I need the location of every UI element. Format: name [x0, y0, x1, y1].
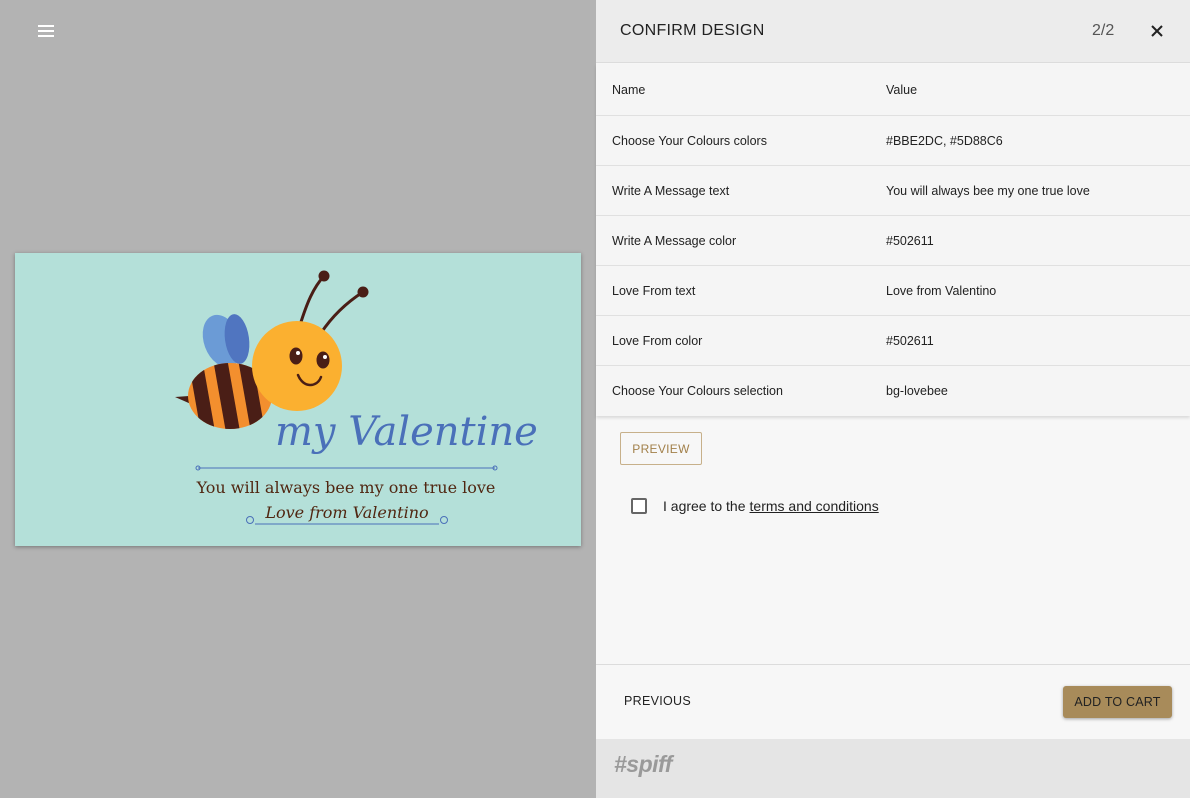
hamburger-menu-icon[interactable]: [34, 20, 58, 42]
row-name: Write A Message text: [612, 183, 730, 198]
row-value: #502611: [886, 333, 934, 348]
column-header-name: Name: [612, 82, 646, 97]
terms-link[interactable]: terms and conditions: [750, 498, 879, 514]
row-name: Choose Your Colours colors: [612, 133, 767, 148]
row-value: bg-lovebee: [886, 384, 948, 398]
valentine-card-preview: my Valentine You will always bee my one …: [15, 253, 581, 546]
panel-title: CONFIRM DESIGN: [620, 22, 765, 39]
card-message: You will always bee my one true love: [196, 478, 496, 497]
terms-agreement: I agree to the terms and conditions: [631, 498, 879, 514]
bee-illustration: my Valentine You will always bee my one …: [175, 270, 538, 525]
preview-area: my Valentine You will always bee my one …: [0, 0, 596, 798]
checkbox-unchecked-icon[interactable]: [631, 498, 647, 514]
row-name: Love From text: [612, 283, 696, 298]
table-row: Love From text Love from Valentino: [596, 266, 1190, 316]
row-name: Write A Message color: [612, 233, 737, 248]
row-value: You will always bee my one true love: [886, 183, 1090, 198]
table-row: Write A Message color #502611: [596, 216, 1190, 266]
table-row: Choose Your Colours selection bg-lovebee: [596, 366, 1190, 416]
spiff-logo: #spiff: [614, 751, 672, 777]
add-to-cart-button[interactable]: ADD TO CART: [1063, 686, 1172, 718]
card-love-from: Love from Valentino: [264, 503, 428, 522]
design-summary-table: Name Value Choose Your Colours colors #B…: [596, 64, 1190, 416]
table-header-row: Name Value: [596, 64, 1190, 116]
panel-footer: PREVIOUS ADD TO CART: [596, 664, 1190, 739]
row-name: Choose Your Colours selection: [612, 384, 783, 398]
previous-button[interactable]: PREVIOUS: [624, 694, 691, 708]
panel-header: CONFIRM DESIGN 2/2: [596, 0, 1190, 63]
preview-button[interactable]: PREVIEW: [620, 432, 702, 465]
agree-label: I agree to the: [663, 498, 746, 514]
row-name: Love From color: [612, 333, 703, 348]
column-header-value: Value: [886, 82, 918, 97]
card-heading: my Valentine: [275, 409, 538, 455]
table-row: Love From color #502611: [596, 316, 1190, 366]
step-indicator: 2/2: [1092, 22, 1115, 39]
brand-bar: #spiff: [596, 739, 1190, 798]
table-row: Write A Message text You will always bee…: [596, 166, 1190, 216]
row-value: Love from Valentino: [886, 283, 997, 298]
table-row: Choose Your Colours colors #BBE2DC, #5D8…: [596, 116, 1190, 166]
confirm-design-panel: CONFIRM DESIGN 2/2 Name Value Choose You…: [596, 0, 1190, 798]
close-icon[interactable]: [1146, 20, 1168, 42]
row-value: #502611: [886, 233, 934, 248]
row-value: #BBE2DC, #5D88C6: [886, 133, 1003, 148]
